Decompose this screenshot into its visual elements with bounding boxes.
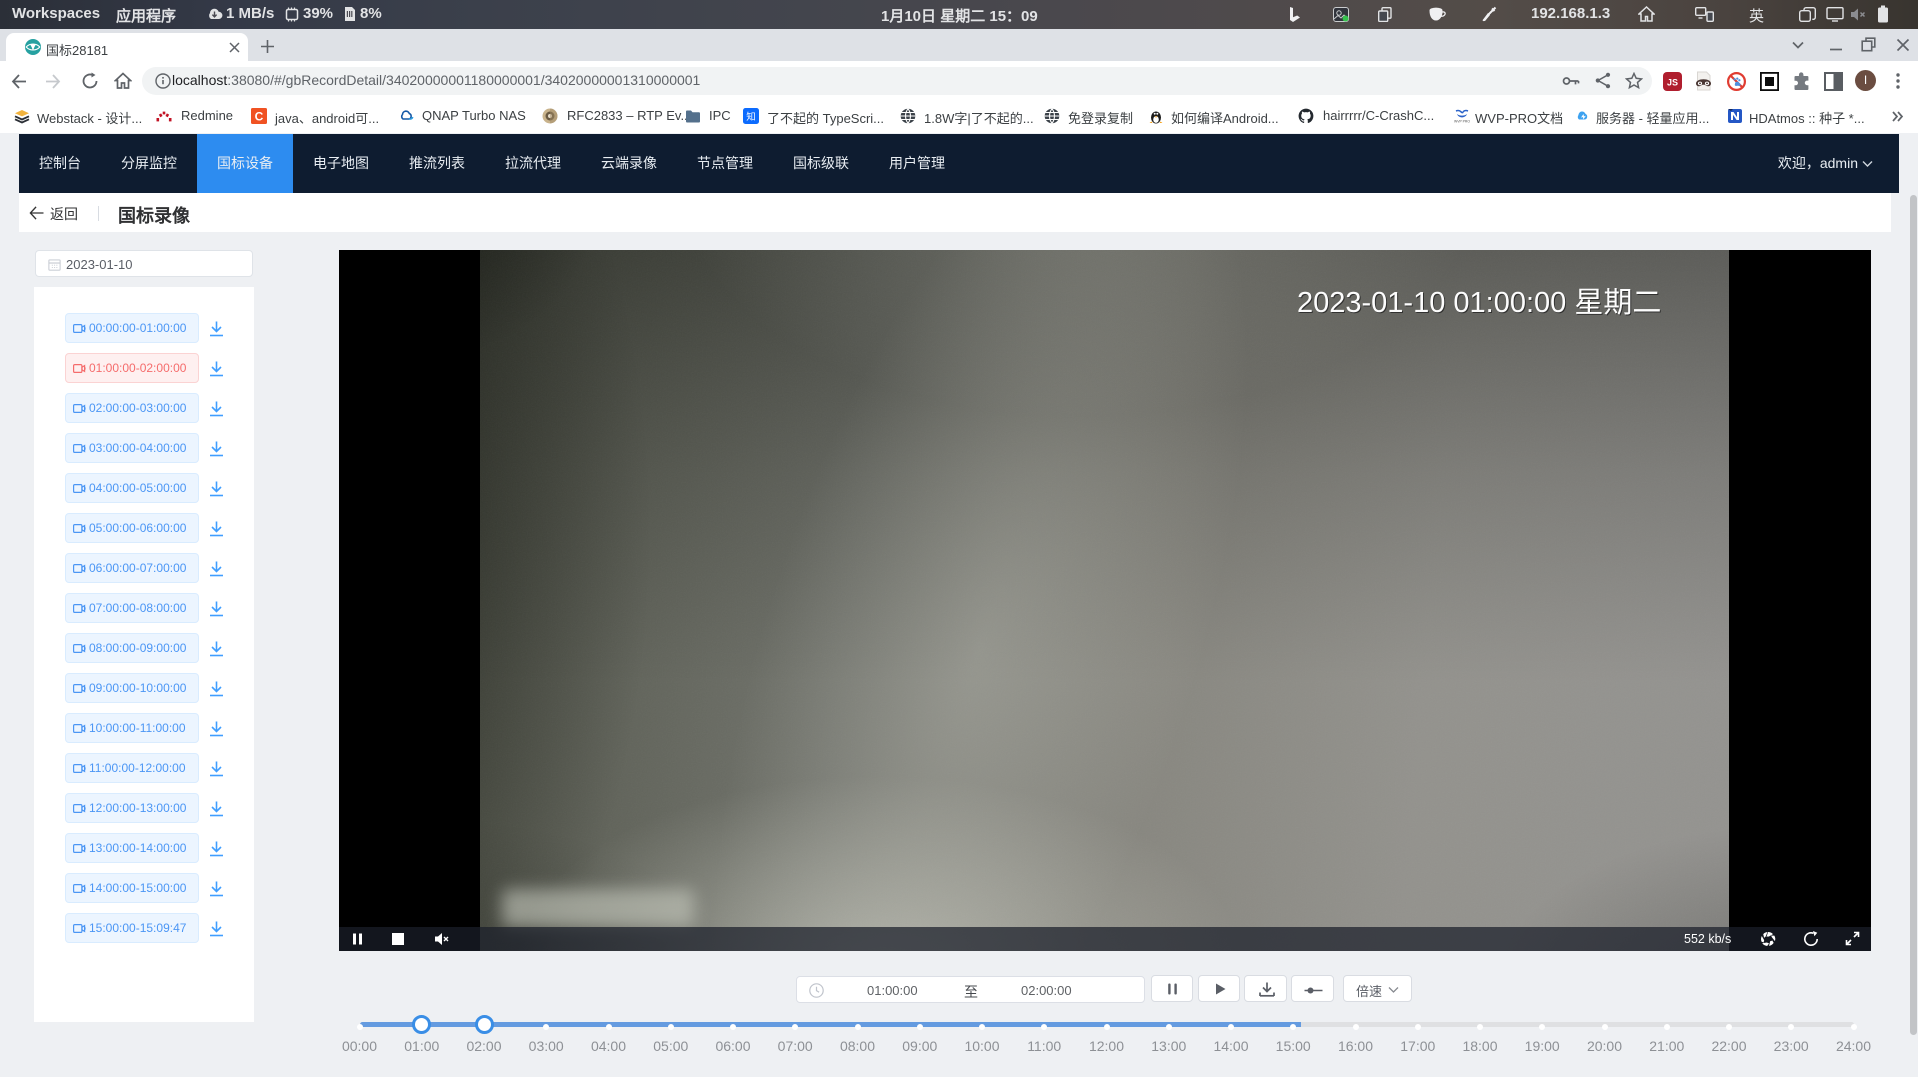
- svg-text:JS: JS: [1667, 78, 1678, 88]
- svg-text:知: 知: [746, 111, 756, 123]
- svg-text:WVP PRO: WVP PRO: [1454, 120, 1470, 124]
- svg-text:C: C: [255, 110, 264, 124]
